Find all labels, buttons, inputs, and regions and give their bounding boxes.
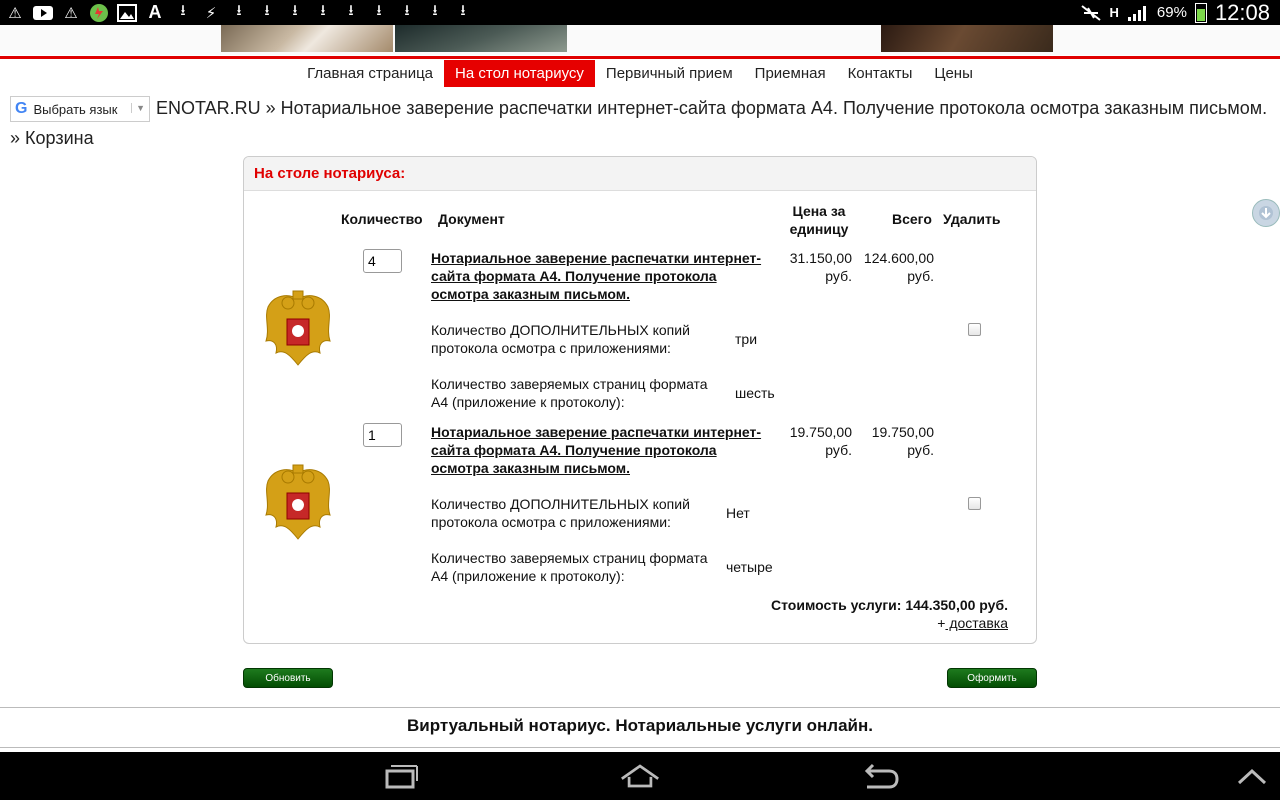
footer-divider bbox=[0, 747, 1280, 748]
header-photo bbox=[221, 25, 393, 52]
home-button[interactable] bbox=[620, 762, 660, 790]
header-photo bbox=[881, 25, 1053, 52]
option-value: три bbox=[735, 331, 758, 347]
document-link[interactable]: Нотариальное заверение распечатки интерн… bbox=[431, 423, 776, 477]
back-icon bbox=[864, 763, 899, 789]
download-icon: ⭳ bbox=[292, 2, 298, 19]
header-document: Документ bbox=[438, 211, 505, 227]
recent-apps-icon bbox=[385, 765, 418, 789]
system-nav-bar bbox=[0, 752, 1280, 800]
chevron-up-icon bbox=[1237, 768, 1267, 785]
option-label: Количество заверяемых страниц формата А4… bbox=[431, 550, 708, 584]
nav-item-prices[interactable]: Цены bbox=[923, 60, 984, 87]
header-photo bbox=[395, 25, 567, 52]
google-icon: G bbox=[15, 100, 28, 117]
cart-header: На столе нотариуса: bbox=[244, 157, 1036, 191]
language-select[interactable]: G Выбрать язык ▼ bbox=[10, 96, 150, 122]
line-total: 19.750,00 руб. bbox=[871, 424, 934, 458]
nav-item-reception[interactable]: Приемная bbox=[744, 60, 837, 87]
header-unit-price: Цена за единицу bbox=[789, 203, 849, 237]
system-status: H 69% 12:08 bbox=[1080, 0, 1270, 25]
delivery-link-row[interactable]: + доставка bbox=[937, 615, 1008, 631]
keyboard-hide-button[interactable] bbox=[1232, 762, 1272, 790]
header-banner bbox=[0, 25, 1280, 55]
mute-icon bbox=[1080, 3, 1102, 23]
warning-icon: ⚠ bbox=[64, 4, 78, 22]
header-quantity: Количество bbox=[341, 211, 423, 227]
quantity-input[interactable] bbox=[363, 423, 402, 447]
coat-of-arms-image bbox=[265, 464, 331, 540]
line-total: 124.600,00 руб. bbox=[863, 250, 934, 284]
arrow-down-icon bbox=[1259, 206, 1273, 220]
cart-panel: На столе нотариуса: Количество Документ … bbox=[243, 156, 1037, 644]
download-icon: ⭳ bbox=[460, 2, 466, 19]
nav-item-first-appointment[interactable]: Первичный прием bbox=[595, 60, 744, 87]
download-icon: ⭳ bbox=[236, 2, 242, 19]
checkout-button[interactable]: Оформить bbox=[947, 668, 1037, 688]
option-value: Нет bbox=[726, 505, 750, 521]
image-icon bbox=[116, 3, 138, 23]
cart-title: На столе нотариуса: bbox=[254, 165, 406, 182]
alert-icon: ⚠ bbox=[8, 4, 22, 22]
clock: 12:08 bbox=[1214, 0, 1270, 25]
header-total: Всего bbox=[892, 211, 932, 227]
footer-text: Виртуальный нотариус. Нотариальные услуг… bbox=[407, 716, 873, 735]
network-type-label: H bbox=[1109, 5, 1119, 20]
status-bar: ⚠ ⚠ A ⭳ ⚡ ⭳ ⭳ ⭳ ⭳ ⭳ ⭳ ⭳ ⭳ ⭳ H 69% 12:08 bbox=[0, 0, 1280, 25]
flash-icon: ⚡ bbox=[205, 4, 217, 22]
option-label: Количество заверяемых страниц формата А4… bbox=[431, 376, 708, 410]
delete-checkbox[interactable] bbox=[968, 323, 981, 336]
recent-apps-button[interactable] bbox=[380, 762, 420, 790]
option-value: шесть bbox=[735, 385, 775, 401]
signal-icon bbox=[1127, 3, 1149, 23]
download-icon: ⭳ bbox=[264, 2, 270, 19]
font-icon: A bbox=[148, 2, 162, 22]
notification-icons: ⚠ ⚠ A ⭳ ⚡ ⭳ ⭳ ⭳ ⭳ ⭳ ⭳ ⭳ ⭳ ⭳ bbox=[0, 2, 474, 23]
option-label: Количество ДОПОЛНИТЕЛЬНЫХ копий протокол… bbox=[431, 496, 690, 530]
battery-percent: 69% bbox=[1156, 4, 1187, 21]
quantity-input[interactable] bbox=[363, 249, 402, 273]
delivery-link[interactable]: доставка bbox=[945, 615, 1008, 631]
home-icon bbox=[621, 764, 659, 788]
nav-item-notary-desk[interactable]: На стол нотариусу bbox=[444, 59, 595, 87]
breadcrumb: ENOTAR.RU » Нотариальное заверение распе… bbox=[10, 98, 1268, 148]
download-icon: ⭳ bbox=[180, 2, 186, 19]
document-link[interactable]: Нотариальное заверение распечатки интерн… bbox=[431, 249, 776, 303]
unit-price: 31.150,00 руб. bbox=[789, 250, 852, 284]
download-icon: ⭳ bbox=[404, 2, 410, 19]
language-select-label: Выбрать язык bbox=[33, 101, 118, 117]
download-icon: ⭳ bbox=[348, 2, 354, 19]
nav-item-home[interactable]: Главная страница bbox=[296, 60, 444, 87]
coat-of-arms-image bbox=[265, 290, 331, 366]
back-button[interactable] bbox=[860, 762, 900, 790]
dropdown-arrow-icon: ▼ bbox=[131, 103, 145, 113]
download-icon: ⭳ bbox=[376, 2, 382, 19]
scroll-down-button[interactable] bbox=[1252, 199, 1280, 227]
nav-item-contacts[interactable]: Контакты bbox=[837, 60, 924, 87]
option-value: четыре bbox=[726, 559, 773, 575]
youtube-icon bbox=[32, 3, 54, 23]
delete-checkbox[interactable] bbox=[968, 497, 981, 510]
battery-icon bbox=[1194, 2, 1207, 23]
cart-total: Стоимость услуги: 144.350,00 руб. bbox=[771, 597, 1008, 613]
security-app-icon bbox=[88, 3, 110, 23]
option-label: Количество ДОПОЛНИТЕЛЬНЫХ копий протокол… bbox=[431, 322, 690, 356]
header-delete: Удалить bbox=[943, 211, 1001, 227]
update-button[interactable]: Обновить bbox=[243, 668, 333, 688]
download-icon: ⭳ bbox=[320, 2, 326, 19]
footer-divider bbox=[0, 707, 1280, 708]
main-nav: Главная страница На стол нотариусу Перви… bbox=[0, 59, 1280, 87]
download-icon: ⭳ bbox=[432, 2, 438, 19]
unit-price: 19.750,00 руб. bbox=[789, 424, 852, 458]
